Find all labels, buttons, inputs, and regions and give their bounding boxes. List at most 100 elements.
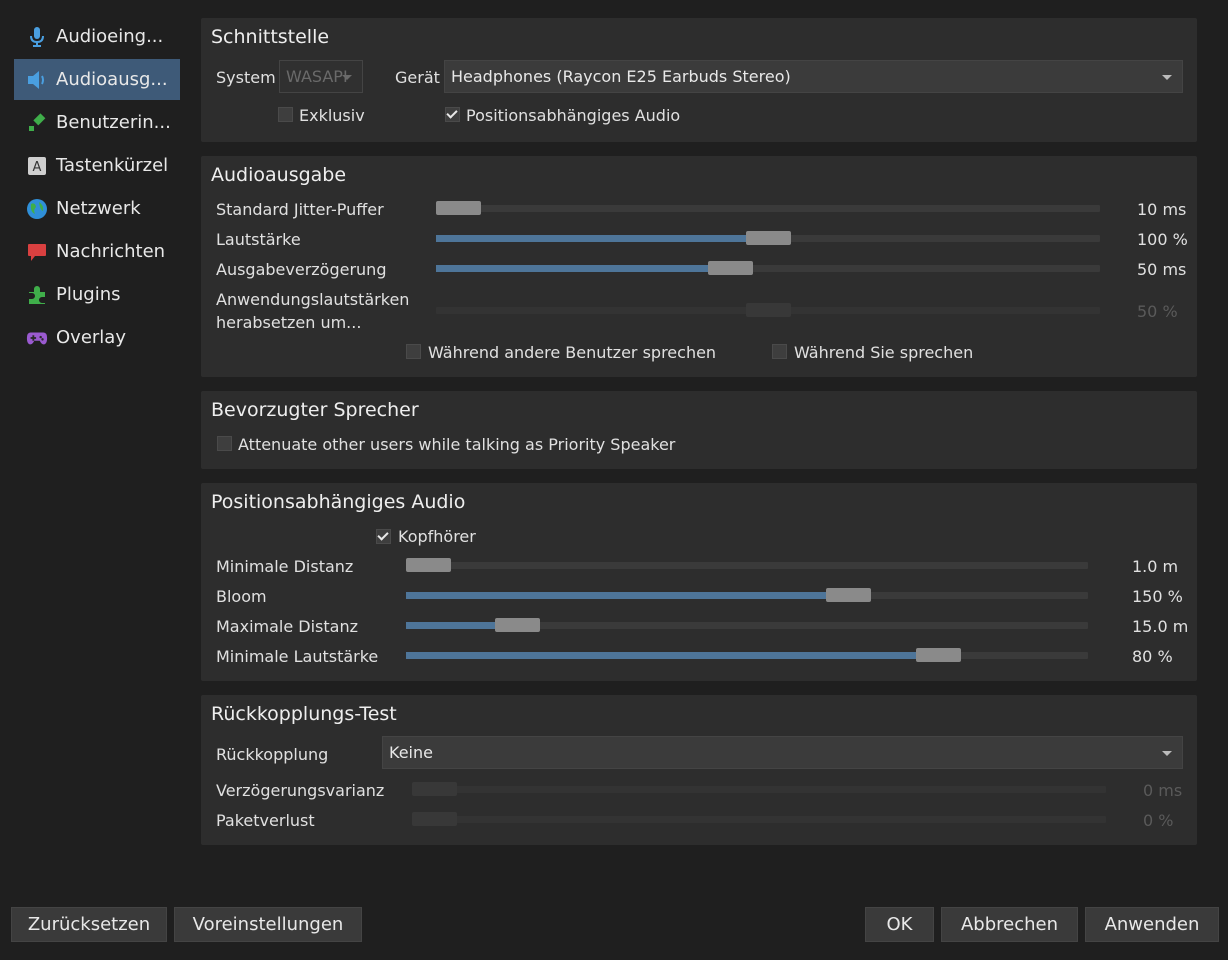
delay-variance-slider[interactable] bbox=[412, 782, 1106, 796]
system-select[interactable]: WASAPI bbox=[279, 60, 363, 93]
attenuate-slider[interactable] bbox=[436, 303, 1100, 317]
message-icon bbox=[26, 241, 48, 263]
sidebar-item-label: Benutzerin... bbox=[56, 112, 171, 133]
svg-text:A: A bbox=[33, 160, 42, 175]
jitter-label: Standard Jitter-Puffer bbox=[216, 200, 384, 219]
headphones-checkbox[interactable] bbox=[376, 529, 391, 544]
loopback-label: Rückkopplung bbox=[216, 745, 329, 764]
positional-audio-label: Positionsabhängiges Audio bbox=[466, 106, 681, 125]
brush-icon bbox=[26, 112, 48, 134]
attenuate-label-line2: herabsetzen um... bbox=[216, 313, 362, 332]
positional-audio-group: Positionsabhängiges Audio Kopfhörer Mini… bbox=[201, 483, 1197, 681]
priority-speaker-group: Bevorzugter Sprecher Attenuate other use… bbox=[201, 391, 1197, 469]
output-delay-label: Ausgabeverzögerung bbox=[216, 260, 387, 279]
system-value: WASAPI bbox=[286, 67, 348, 86]
max-distance-slider[interactable] bbox=[406, 618, 1088, 632]
slider-handle[interactable] bbox=[495, 618, 541, 632]
while-you-speak-label: Während Sie sprechen bbox=[794, 343, 974, 362]
apply-button[interactable]: Anwenden bbox=[1085, 907, 1219, 942]
priority-speaker-title: Bevorzugter Sprecher bbox=[211, 399, 419, 421]
max-distance-label: Maximale Distanz bbox=[216, 617, 359, 636]
while-others-speak-checkbox[interactable] bbox=[406, 344, 421, 359]
device-label: Gerät bbox=[395, 68, 440, 87]
slider-handle[interactable] bbox=[412, 812, 457, 826]
audio-output-group: Audioausgabe Standard Jitter-Puffer 10 m… bbox=[201, 156, 1197, 377]
loopback-test-group: Rückkopplungs-Test Rückkopplung Keine Ve… bbox=[201, 695, 1197, 845]
audio-output-title: Audioausgabe bbox=[211, 164, 347, 186]
slider-handle[interactable] bbox=[826, 588, 872, 602]
output-delay-slider[interactable] bbox=[436, 261, 1100, 275]
gamepad-icon bbox=[26, 327, 48, 349]
output-delay-value: 50 ms bbox=[1137, 260, 1187, 279]
sidebar-item-label: Tastenkürzel bbox=[56, 155, 169, 176]
packet-loss-slider[interactable] bbox=[412, 812, 1106, 826]
cancel-button[interactable]: Abbrechen bbox=[941, 907, 1078, 942]
attenuate-label-line1: Anwendungslautstärken bbox=[216, 290, 410, 309]
min-distance-label: Minimale Distanz bbox=[216, 557, 354, 576]
sidebar-item-overlay[interactable]: Overlay bbox=[14, 317, 180, 358]
sidebar-item-label: Overlay bbox=[56, 327, 126, 348]
puzzle-icon bbox=[26, 284, 48, 306]
sidebar-item-network[interactable]: Netzwerk bbox=[14, 188, 180, 229]
min-volume-value: 80 % bbox=[1132, 647, 1173, 666]
defaults-button[interactable]: Voreinstellungen bbox=[174, 907, 362, 942]
settings-sidebar: Audioeing... Audioausg... Benutzerin... … bbox=[14, 16, 180, 360]
slider-handle[interactable] bbox=[915, 648, 961, 662]
volume-value: 100 % bbox=[1137, 230, 1188, 249]
positional-audio-checkbox[interactable] bbox=[445, 107, 460, 122]
exclusive-checkbox[interactable] bbox=[278, 107, 293, 122]
jitter-value: 10 ms bbox=[1137, 200, 1187, 219]
min-volume-slider[interactable] bbox=[406, 648, 1088, 662]
slider-fill bbox=[406, 592, 849, 599]
bloom-label: Bloom bbox=[216, 587, 267, 606]
sidebar-item-label: Netzwerk bbox=[56, 198, 141, 219]
slider-handle[interactable] bbox=[412, 782, 457, 796]
min-volume-label: Minimale Lautstärke bbox=[216, 647, 379, 666]
bloom-value: 150 % bbox=[1132, 587, 1183, 606]
positional-audio-title: Positionsabhängiges Audio bbox=[211, 491, 466, 513]
sidebar-item-audio-output[interactable]: Audioausg... bbox=[14, 59, 180, 100]
slider-handle[interactable] bbox=[406, 558, 451, 572]
slider-handle[interactable] bbox=[745, 303, 791, 317]
ok-button[interactable]: OK bbox=[865, 907, 934, 942]
slider-handle[interactable] bbox=[745, 231, 791, 245]
sidebar-item-label: Audioeing... bbox=[56, 26, 164, 47]
min-distance-slider[interactable] bbox=[406, 558, 1088, 572]
sidebar-item-label: Nachrichten bbox=[56, 241, 166, 262]
packet-loss-value: 0 % bbox=[1143, 811, 1174, 830]
min-distance-value: 1.0 m bbox=[1132, 557, 1179, 576]
slider-handle[interactable] bbox=[708, 261, 754, 275]
sidebar-item-user-interface[interactable]: Benutzerin... bbox=[14, 102, 180, 143]
chevron-down-icon bbox=[342, 75, 352, 80]
max-distance-value: 15.0 m bbox=[1132, 617, 1189, 636]
priority-attenuate-checkbox[interactable] bbox=[217, 436, 232, 451]
loopback-select[interactable]: Keine bbox=[382, 736, 1183, 769]
slider-fill bbox=[406, 652, 939, 659]
sidebar-item-shortcuts[interactable]: A Tastenkürzel bbox=[14, 145, 180, 186]
keyboard-key-icon: A bbox=[26, 155, 48, 177]
slider-fill bbox=[436, 265, 731, 272]
sidebar-item-label: Plugins bbox=[56, 284, 121, 305]
sidebar-item-audio-input[interactable]: Audioeing... bbox=[14, 16, 180, 57]
sidebar-item-messages[interactable]: Nachrichten bbox=[14, 231, 180, 272]
attenuate-value: 50 % bbox=[1137, 302, 1178, 321]
while-you-speak-checkbox[interactable] bbox=[772, 344, 787, 359]
packet-loss-label: Paketverlust bbox=[216, 811, 315, 830]
headphones-label: Kopfhörer bbox=[398, 527, 476, 546]
device-select[interactable]: Headphones (Raycon E25 Earbuds Stereo) bbox=[444, 60, 1183, 93]
loopback-value: Keine bbox=[389, 743, 433, 762]
jitter-slider[interactable] bbox=[436, 201, 1100, 215]
volume-slider[interactable] bbox=[436, 231, 1100, 245]
priority-attenuate-label: Attenuate other users while talking as P… bbox=[238, 435, 676, 454]
slider-handle[interactable] bbox=[436, 201, 481, 215]
globe-icon bbox=[26, 198, 48, 220]
bloom-slider[interactable] bbox=[406, 588, 1088, 602]
sidebar-item-plugins[interactable]: Plugins bbox=[14, 274, 180, 315]
delay-variance-value: 0 ms bbox=[1143, 781, 1183, 800]
while-others-speak-label: Während andere Benutzer sprechen bbox=[428, 343, 717, 362]
volume-label: Lautstärke bbox=[216, 230, 301, 249]
exclusive-label: Exklusiv bbox=[299, 106, 365, 125]
reset-button[interactable]: Zurücksetzen bbox=[11, 907, 167, 942]
speaker-icon bbox=[26, 69, 48, 91]
interface-group: Schnittstelle System WASAPI Gerät Headph… bbox=[201, 18, 1197, 142]
